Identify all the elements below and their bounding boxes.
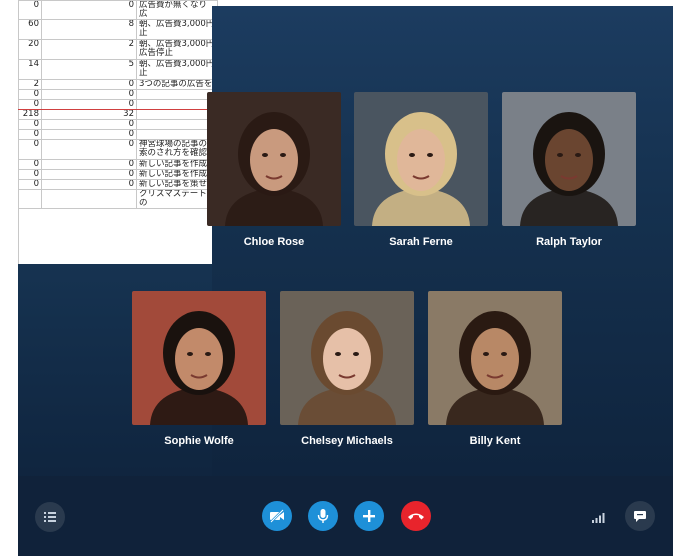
sheet-cell[interactable]: 0 (41, 159, 137, 170)
video-off-icon (269, 509, 285, 523)
participant-tile-ralph-taylor[interactable]: Ralph Taylor (502, 92, 636, 248)
sheet-cell[interactable] (136, 109, 218, 120)
list-icon (44, 512, 56, 522)
signal-icon (591, 511, 607, 523)
sheet-cell[interactable]: 0 (18, 0, 42, 20)
call-quality-indicator[interactable] (584, 502, 614, 532)
sheet-cell[interactable]: 0 (18, 99, 42, 110)
video-toggle-button[interactable] (262, 501, 292, 531)
sheet-row: 20 2 朝、広告費3,000円 広告停止 (18, 39, 218, 60)
sheet-row: 00 (18, 89, 218, 100)
sheet-cell[interactable]: 5 (41, 59, 137, 80)
sheet-cell[interactable]: 0 (41, 129, 137, 140)
sheet-row: 60 8 朝、広告費3,000円止 (18, 19, 218, 40)
participant-tile-chelsey-michaels[interactable]: Chelsey Michaels (280, 291, 414, 447)
call-controls-bar (18, 476, 673, 556)
participant-video-chloe-rose (207, 92, 341, 226)
sheet-cell[interactable]: 0 (41, 139, 137, 160)
sheet-cell[interactable] (136, 119, 218, 130)
sheet-cell[interactable]: 3つの記事の広告を (136, 79, 218, 90)
sheet-cell[interactable]: 0 (41, 119, 137, 130)
sheet-row: 00 (18, 129, 218, 140)
sheet-row: 14 5 朝、広告費3,000円止 (18, 59, 218, 80)
participants-list-button[interactable] (35, 502, 65, 532)
sheet-cell[interactable]: 2 (18, 79, 42, 90)
row-header-gutter (0, 0, 19, 556)
mute-microphone-button[interactable] (308, 501, 338, 531)
sheet-cell[interactable]: 2 (41, 39, 137, 60)
participant-tile-sarah-ferne[interactable]: Sarah Ferne (354, 92, 488, 248)
chat-button[interactable] (625, 501, 655, 531)
sheet-row: 00 (18, 119, 218, 130)
sheet-cell[interactable]: 0 (18, 89, 42, 100)
sheet-cell[interactable]: 新しい記事を作成 (136, 169, 218, 180)
sheet-row: 0 0 新しい記事を作成 (18, 169, 218, 180)
sheet-row: 00 (18, 99, 218, 110)
plus-icon (362, 509, 376, 523)
sheet-row: 0 0 新しい記事を策せ (18, 179, 218, 190)
participant-name: Chelsey Michaels (301, 435, 393, 447)
participant-video-sarah-ferne (354, 92, 488, 226)
participant-name: Billy Kent (469, 435, 521, 447)
participant-name: Sophie Wolfe (164, 435, 234, 447)
participant-name: Sarah Ferne (389, 236, 453, 248)
sheet-cell[interactable]: 広告費が無くなり広 (136, 0, 218, 20)
sheet-cell[interactable]: 20 (18, 39, 42, 60)
sheet-row: 0 0 神宮球場の記事の 索のされ方を確認 (18, 139, 218, 160)
sheet-cell[interactable]: クリスマスデートの (136, 189, 218, 209)
participant-video-ralph-taylor (502, 92, 636, 226)
sheet-cell[interactable]: 32 (41, 109, 137, 120)
sheet-row: 218 32 (18, 109, 218, 120)
sheet-cell[interactable]: 0 (41, 99, 137, 110)
sheet-cell[interactable]: 新しい記事を策せ (136, 179, 218, 190)
sheet-cell[interactable]: 朝、広告費3,000円止 (136, 59, 218, 80)
sheet-cell[interactable]: 0 (18, 159, 42, 170)
participant-video-sophie-wolfe (132, 291, 266, 425)
sheet-row: 0 0 新しい記事を作成 (18, 159, 218, 170)
participant-video-billy-kent (428, 291, 562, 425)
sheet-cell[interactable]: 0 (18, 139, 42, 160)
microphone-icon (317, 508, 329, 524)
sheet-cell[interactable] (41, 189, 137, 209)
add-participant-button[interactable] (354, 501, 384, 531)
group-video-call-window (212, 6, 673, 556)
sheet-cell[interactable]: 0 (18, 129, 42, 140)
participant-tile-sophie-wolfe[interactable]: Sophie Wolfe (132, 291, 266, 447)
sheet-cell[interactable]: 0 (41, 79, 137, 90)
sheet-cell[interactable]: 14 (18, 59, 42, 80)
sheet-cell[interactable]: 神宮球場の記事の 索のされ方を確認 (136, 139, 218, 160)
sheet-cell[interactable]: 朝、広告費3,000円 広告停止 (136, 39, 218, 60)
participant-name: Chloe Rose (243, 236, 305, 248)
sheet-row: 2 0 3つの記事の広告を (18, 79, 218, 90)
sheet-cell[interactable]: 0 (41, 169, 137, 180)
sheet-cell[interactable]: 0 (41, 0, 137, 20)
end-call-icon (407, 511, 425, 521)
sheet-cell[interactable] (18, 189, 42, 209)
chat-icon (633, 509, 647, 523)
sheet-cell[interactable]: 新しい記事を作成 (136, 159, 218, 170)
sheet-cell[interactable] (136, 129, 218, 140)
spreadsheet-table: 0 0 広告費が無くなり広 60 8 朝、広告費3,000円止 20 2 朝、広告費3,000円… (18, 0, 218, 209)
sheet-row: 0 0 広告費が無くなり広 (18, 0, 218, 20)
sheet-cell[interactable]: 0 (18, 119, 42, 130)
sheet-cell[interactable] (136, 99, 218, 110)
sheet-cell[interactable]: 0 (18, 179, 42, 190)
sheet-cell[interactable]: 0 (18, 169, 42, 180)
sheet-cell[interactable]: 0 (41, 179, 137, 190)
participant-tile-chloe-rose[interactable]: Chloe Rose (207, 92, 341, 248)
sheet-cell[interactable] (136, 89, 218, 100)
sheet-cell[interactable]: 0 (41, 89, 137, 100)
sheet-cell[interactable]: 218 (18, 109, 42, 120)
participant-tile-billy-kent[interactable]: Billy Kent (428, 291, 562, 447)
participant-name: Ralph Taylor (536, 236, 602, 248)
sheet-cell[interactable]: 朝、広告費3,000円止 (136, 19, 218, 40)
end-call-button[interactable] (401, 501, 431, 531)
sheet-cell[interactable]: 8 (41, 19, 137, 40)
sheet-row: クリスマスデートの (18, 189, 218, 209)
sheet-cell[interactable]: 60 (18, 19, 42, 40)
participant-video-chelsey-michaels (280, 291, 414, 425)
